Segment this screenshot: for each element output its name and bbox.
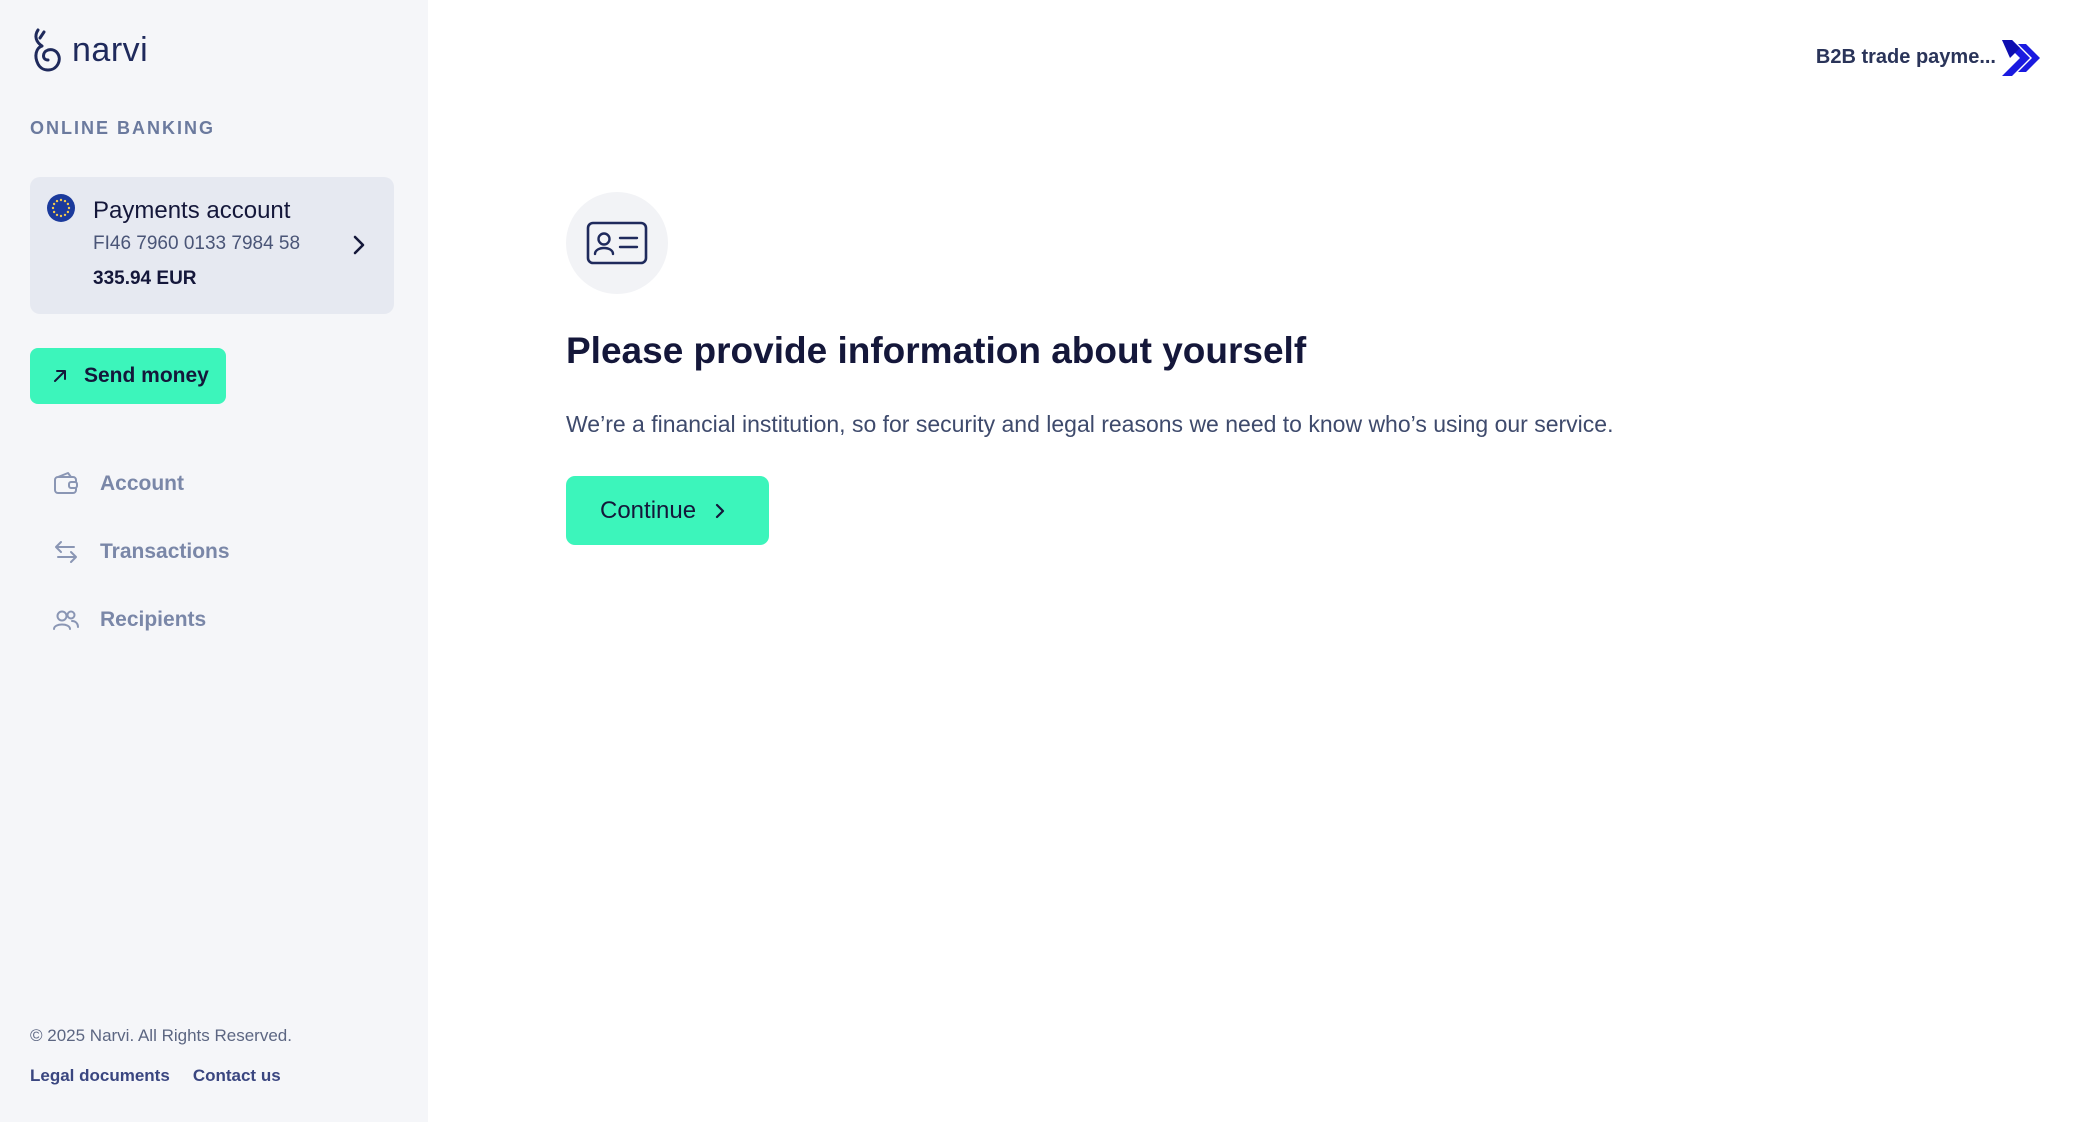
footer-links: Legal documents Contact us [30, 1066, 281, 1086]
account-name: Payments account [93, 197, 291, 224]
id-card-badge [566, 192, 668, 294]
users-icon [52, 606, 80, 634]
page-title: Please provide information about yoursel… [566, 330, 1307, 371]
sidebar-item-label: Account [100, 472, 184, 495]
arrows-exchange-icon [52, 538, 80, 566]
company-switcher[interactable]: B2B trade payme... [1816, 46, 1996, 69]
account-iban: FI46 7960 0133 7984 58 [93, 233, 301, 254]
narvi-logo[interactable]: narvi [30, 26, 148, 74]
account-balance: 335.94 EUR [93, 268, 197, 289]
sidebar: narvi ONLINE BANKING Payments account FI… [0, 0, 428, 1122]
arrow-up-right-icon [54, 370, 66, 382]
copyright-text: © 2025 Narvi. All Rights Reserved. [30, 1026, 292, 1045]
wallet-icon [52, 470, 80, 498]
continue-label: Continue [600, 496, 697, 524]
contact-us-link[interactable]: Contact us [193, 1066, 281, 1086]
section-label: ONLINE BANKING [30, 118, 215, 138]
eu-flag-icon [47, 194, 75, 222]
continue-button[interactable]: Continue [566, 476, 769, 545]
sidebar-nav: Account Transactions Recipients [52, 450, 230, 654]
sidebar-item-account[interactable]: Account [52, 450, 230, 518]
send-money-button[interactable]: Send money [30, 348, 226, 404]
brand-name: narvi [72, 30, 149, 69]
chevron-right-icon [353, 235, 365, 255]
sidebar-item-label: Transactions [100, 540, 230, 563]
sidebar-item-transactions[interactable]: Transactions [52, 518, 230, 586]
account-card[interactable]: Payments account FI46 7960 0133 7984 58 … [30, 177, 394, 314]
id-card-icon [586, 221, 648, 265]
legal-documents-link[interactable]: Legal documents [30, 1066, 170, 1086]
sidebar-item-label: Recipients [100, 608, 207, 631]
send-money-label: Send money [84, 364, 209, 387]
company-logo-icon[interactable] [1998, 34, 2046, 82]
sidebar-item-recipients[interactable]: Recipients [52, 586, 230, 654]
narvi-logo-icon [34, 28, 61, 72]
page-description: We’re a financial institution, so for se… [566, 411, 1614, 437]
chevron-right-icon [715, 503, 725, 518]
